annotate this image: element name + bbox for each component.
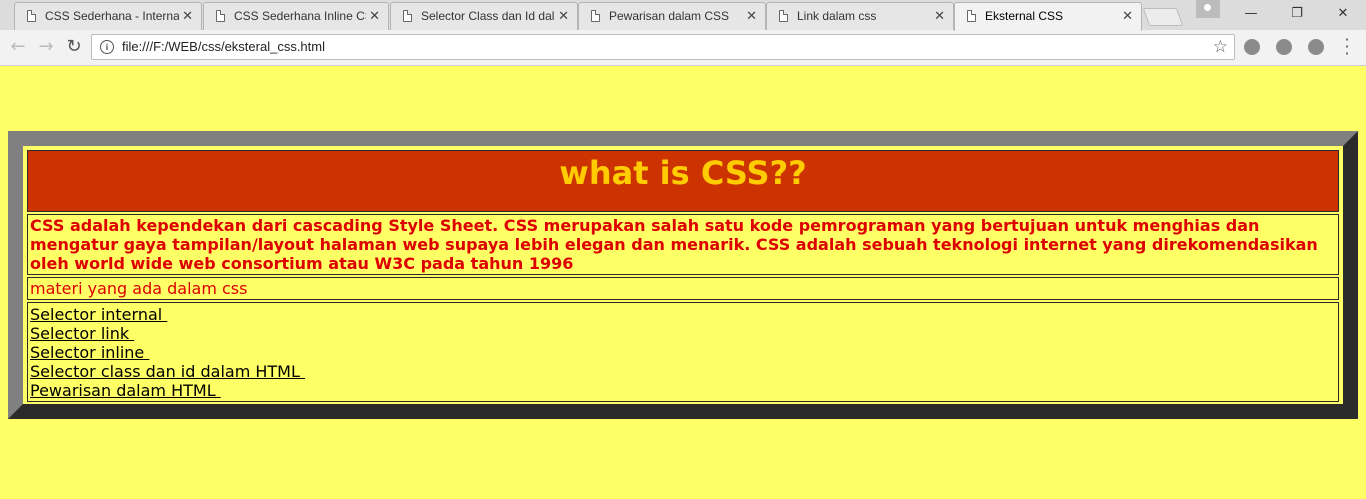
address-bar[interactable]: i file:///F:/WEB/css/eksteral_css.html ☆ xyxy=(91,34,1235,60)
forward-arrow-icon[interactable]: → xyxy=(34,35,58,59)
page-icon xyxy=(967,10,976,22)
tab-title: CSS Sederhana - Internal xyxy=(45,9,179,23)
tab-title: Selector Class dan Id dalam xyxy=(421,9,555,23)
browser-toolbar: ← → ↻ i file:///F:/WEB/css/eksteral_css.… xyxy=(0,30,1366,66)
new-tab-button[interactable] xyxy=(1142,8,1184,26)
tab-title: Pewarisan dalam CSS xyxy=(609,9,730,23)
url-text[interactable]: file:///F:/WEB/css/eksteral_css.html xyxy=(122,35,325,59)
back-arrow-icon[interactable]: ← xyxy=(6,35,30,59)
page-icon xyxy=(216,10,225,22)
close-icon[interactable]: ✕ xyxy=(934,3,945,29)
tab-title: CSS Sederhana Inline CSS xyxy=(234,9,366,23)
page-icon xyxy=(403,10,412,22)
page-icon xyxy=(779,10,788,22)
description-cell: CSS adalah kependekan dari cascading Sty… xyxy=(27,214,1339,275)
restore-button[interactable]: ❐ xyxy=(1274,0,1320,28)
links-cell: Selector internal Selector link Selector… xyxy=(27,302,1339,402)
page-icon xyxy=(27,10,36,22)
close-icon[interactable]: ✕ xyxy=(369,3,380,29)
tab-selector-class-id[interactable]: Selector Class dan Id dalam ✕ xyxy=(390,2,578,30)
drive-icon[interactable] xyxy=(1308,39,1324,55)
content-table: what is CSS?? CSS adalah kependekan dari… xyxy=(8,131,1358,419)
materi-label: materi yang ada dalam css xyxy=(27,277,1339,300)
tab-css-sederhana-internal[interactable]: CSS Sederhana - Internal ✕ xyxy=(14,2,202,30)
heading-cell: what is CSS?? xyxy=(27,150,1339,212)
tab-link-dalam-css[interactable]: Link dalam css ✕ xyxy=(766,2,954,30)
page-heading: what is CSS?? xyxy=(559,154,807,192)
tab-title: Eksternal CSS xyxy=(985,9,1064,23)
tab-strip: CSS Sederhana - Internal ✕ CSS Sederhana… xyxy=(0,0,1366,31)
close-icon[interactable]: ✕ xyxy=(1122,3,1133,29)
close-icon[interactable]: ✕ xyxy=(746,3,757,29)
tab-eksternal-css[interactable]: Eksternal CSS ✕ xyxy=(954,2,1142,31)
window-close-button[interactable]: ✕ xyxy=(1320,0,1366,28)
link-pewarisan[interactable]: Pewarisan dalam HTML xyxy=(30,381,1336,400)
profile-icon[interactable] xyxy=(1196,0,1220,18)
close-icon[interactable]: ✕ xyxy=(182,3,193,29)
link-selector-link[interactable]: Selector link xyxy=(30,324,1336,343)
info-icon[interactable]: i xyxy=(100,40,114,54)
bookmark-star-icon[interactable]: ☆ xyxy=(1213,35,1228,59)
tab-css-sederhana-inline[interactable]: CSS Sederhana Inline CSS ✕ xyxy=(203,2,389,30)
tab-pewarisan[interactable]: Pewarisan dalam CSS ✕ xyxy=(578,2,766,30)
minimize-button[interactable]: — xyxy=(1228,0,1274,28)
tab-title: Link dalam css xyxy=(797,9,877,23)
link-selector-class-id[interactable]: Selector class dan id dalam HTML xyxy=(30,362,1336,381)
extension-icon[interactable] xyxy=(1244,39,1260,55)
reload-icon[interactable]: ↻ xyxy=(62,35,86,59)
close-icon[interactable]: ✕ xyxy=(558,3,569,29)
menu-dots-icon[interactable]: · · · xyxy=(1342,32,1352,62)
link-selector-inline[interactable]: Selector inline xyxy=(30,343,1336,362)
extension-icon[interactable] xyxy=(1276,39,1292,55)
link-selector-internal[interactable]: Selector internal xyxy=(30,305,1336,324)
page-icon xyxy=(591,10,600,22)
